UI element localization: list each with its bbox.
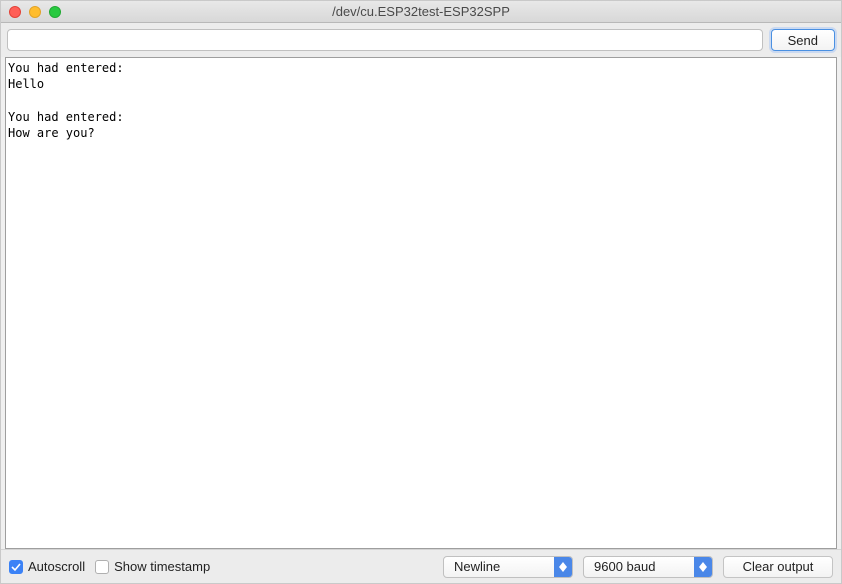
- window-title: /dev/cu.ESP32test-ESP32SPP: [1, 4, 841, 19]
- timestamp-label: Show timestamp: [114, 559, 210, 574]
- baud-rate-value: 9600 baud: [594, 559, 655, 574]
- checkbox-icon: [9, 560, 23, 574]
- checkbox-icon: [95, 560, 109, 574]
- line-ending-select[interactable]: Newline: [443, 556, 573, 578]
- send-button[interactable]: Send: [771, 29, 835, 51]
- close-icon[interactable]: [9, 6, 21, 18]
- serial-monitor-window: /dev/cu.ESP32test-ESP32SPP Send You had …: [0, 0, 842, 584]
- line-ending-value: Newline: [454, 559, 500, 574]
- minimize-icon[interactable]: [29, 6, 41, 18]
- titlebar: /dev/cu.ESP32test-ESP32SPP: [1, 1, 841, 23]
- baud-rate-select[interactable]: 9600 baud: [583, 556, 713, 578]
- autoscroll-label: Autoscroll: [28, 559, 85, 574]
- chevron-up-down-icon: [694, 557, 712, 577]
- autoscroll-checkbox[interactable]: Autoscroll: [9, 559, 85, 574]
- chevron-up-down-icon: [554, 557, 572, 577]
- clear-output-button[interactable]: Clear output: [723, 556, 833, 578]
- timestamp-checkbox[interactable]: Show timestamp: [95, 559, 210, 574]
- send-toolbar: Send: [1, 23, 841, 57]
- traffic-lights: [9, 6, 61, 18]
- serial-input[interactable]: [7, 29, 763, 51]
- maximize-icon[interactable]: [49, 6, 61, 18]
- serial-output[interactable]: You had entered: Hello You had entered: …: [5, 57, 837, 549]
- bottom-toolbar: Autoscroll Show timestamp Newline 9600 b…: [1, 549, 841, 583]
